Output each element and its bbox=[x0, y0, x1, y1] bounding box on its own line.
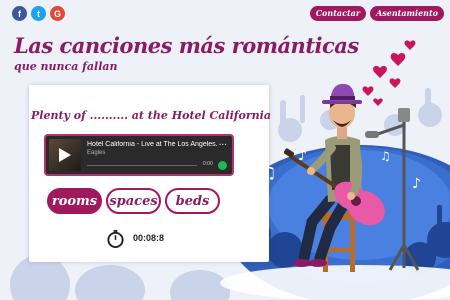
svg-text:♪: ♪ bbox=[412, 176, 421, 192]
singer-legs bbox=[293, 194, 351, 267]
microphone-stand bbox=[365, 108, 420, 271]
singer-illustration: ♫ ♪ ♪ ♫ bbox=[262, 40, 421, 272]
svg-text:♫: ♫ bbox=[262, 163, 276, 182]
singer-head bbox=[322, 83, 362, 128]
hearts-decoration bbox=[362, 40, 416, 106]
svg-text:♫: ♫ bbox=[380, 149, 391, 163]
